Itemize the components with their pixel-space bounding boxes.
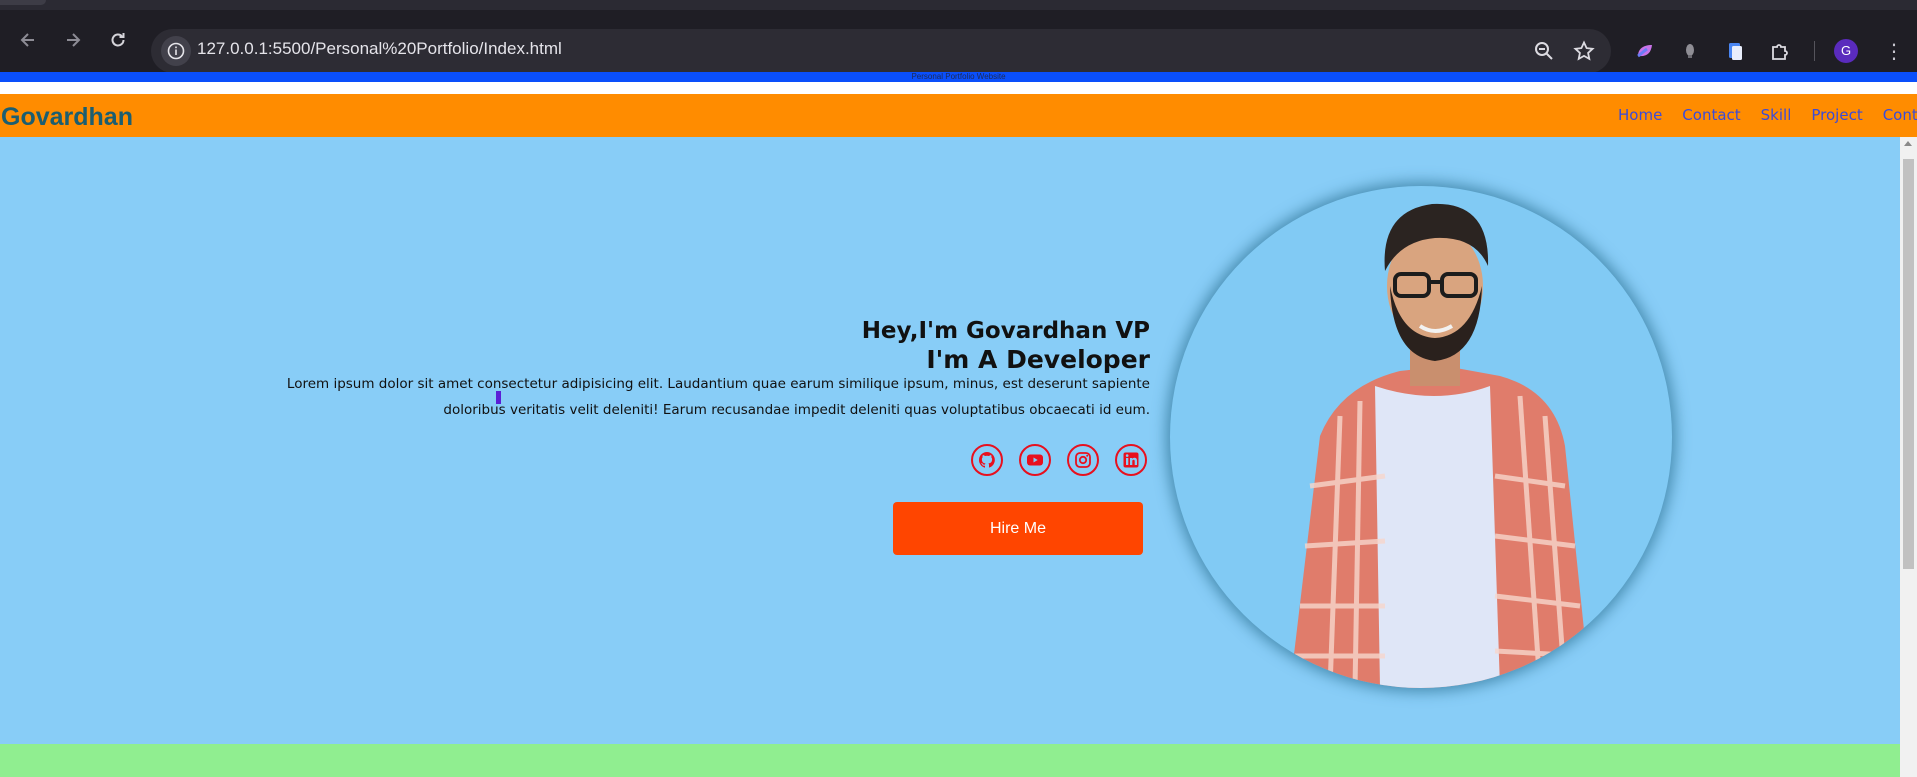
- reload-icon[interactable]: [104, 30, 132, 52]
- hero-greeting: Hey,I'm Govardhan VP: [861, 318, 1150, 344]
- social-links: [971, 444, 1147, 476]
- nav-link-contact[interactable]: Contact: [1682, 106, 1740, 124]
- browser-tab-strip: [0, 0, 1917, 10]
- browser-tab[interactable]: [0, 0, 46, 5]
- top-blue-bar: Personal Portfolio Website: [0, 72, 1917, 82]
- page-scrollbar[interactable]: [1900, 137, 1917, 777]
- puzzle-icon[interactable]: [1769, 40, 1791, 62]
- toolbar-divider: [1814, 41, 1815, 61]
- hero-description: Lorem ipsum dolor sit amet consectetur a…: [286, 376, 1150, 418]
- linkedin-icon[interactable]: [1115, 444, 1147, 476]
- next-section: [0, 744, 1900, 777]
- github-icon[interactable]: [971, 444, 1003, 476]
- site-brand[interactable]: Govardhan: [1, 103, 133, 132]
- url-text[interactable]: 127.0.0.1:5500/Personal%20Portfolio/Inde…: [197, 39, 562, 59]
- menu-kebab-icon[interactable]: ⋮: [1884, 40, 1904, 62]
- nav-link-skill[interactable]: Skill: [1761, 106, 1792, 124]
- nav-link-home[interactable]: Home: [1618, 106, 1662, 124]
- profile-avatar[interactable]: G: [1834, 39, 1858, 63]
- youtube-icon[interactable]: [1019, 444, 1051, 476]
- star-icon[interactable]: [1573, 40, 1595, 62]
- scroll-up-icon[interactable]: [1904, 141, 1912, 146]
- hero-role: I'm A Developer: [926, 345, 1150, 374]
- nav-link-project[interactable]: Project: [1811, 106, 1862, 124]
- nav-link-contact-2[interactable]: Contact: [1883, 106, 1917, 124]
- instagram-icon[interactable]: [1067, 444, 1099, 476]
- site-navbar: Govardhan Home Contact Skill Project Con…: [0, 94, 1917, 137]
- site-info-icon[interactable]: [161, 36, 191, 66]
- text-cursor: [496, 391, 501, 404]
- scrollbar-thumb[interactable]: [1903, 159, 1914, 569]
- extension-docs-icon[interactable]: [1724, 40, 1746, 62]
- forward-icon[interactable]: [59, 30, 87, 52]
- zoom-icon[interactable]: [1533, 40, 1555, 62]
- hire-me-button[interactable]: Hire Me: [893, 502, 1143, 555]
- profile-photo: [1170, 186, 1672, 688]
- nav-menu: Home Contact Skill Project Contact: [1618, 106, 1917, 124]
- address-bar[interactable]: 127.0.0.1:5500/Personal%20Portfolio/Inde…: [151, 29, 1611, 73]
- extension-bulb-icon[interactable]: [1679, 40, 1701, 62]
- title-tooltip: Personal Portfolio Website: [911, 72, 1006, 81]
- browser-toolbar: 127.0.0.1:5500/Personal%20Portfolio/Inde…: [0, 10, 1917, 73]
- back-icon[interactable]: [14, 30, 42, 52]
- white-strip: [0, 82, 1917, 94]
- extension-color-icon[interactable]: [1634, 40, 1656, 62]
